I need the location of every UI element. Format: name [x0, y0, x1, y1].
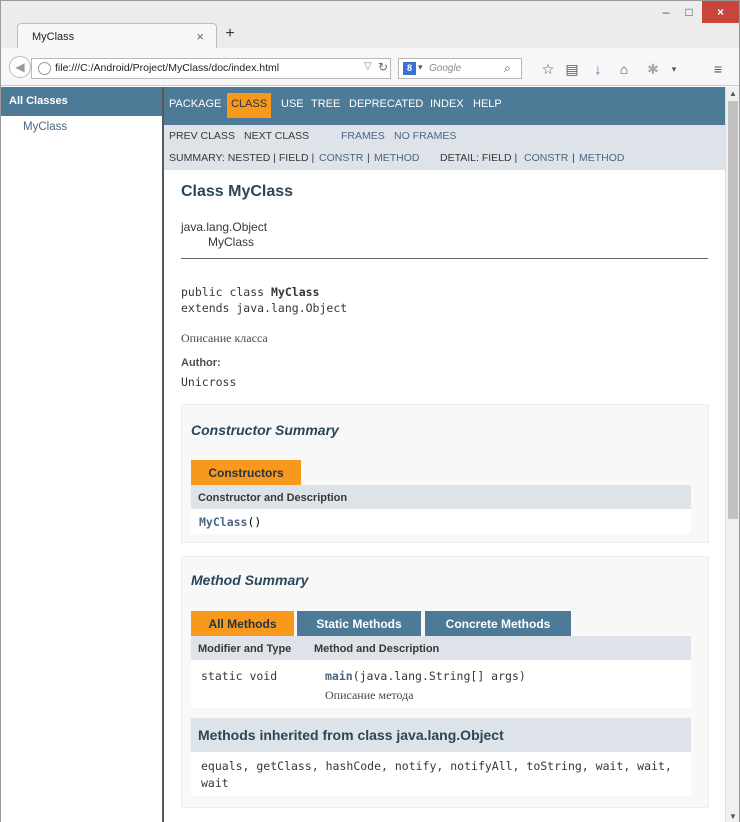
sub-nav-bar: PREV CLASS NEXT CLASS FRAMES NO FRAMES S… [164, 125, 725, 170]
all-classes-header: All Classes [1, 87, 162, 116]
globe-icon [38, 62, 51, 75]
url-text[interactable]: file:///C:/Android/Project/MyClass/doc/i… [55, 62, 279, 74]
summary-constr-link[interactable]: CONSTR [319, 152, 363, 164]
tab-constructors[interactable]: Constructors [191, 460, 301, 485]
star-icon[interactable]: ☆ [539, 62, 557, 76]
header-method-description: Method and Description [314, 643, 440, 655]
top-nav-bar: PACKAGE CLASS USE TREE DEPRECATED INDEX … [164, 87, 725, 125]
search-bar[interactable]: 8 ▾ Google ⌕ [398, 58, 522, 79]
browser-tab[interactable]: MyClass × [17, 23, 217, 49]
author-value: Unicross [181, 375, 237, 389]
extension-icon[interactable]: ✱ [644, 62, 662, 76]
constructor-summary-block: Constructor Summary Constructors Constru… [181, 404, 709, 543]
detail-constr-link[interactable]: CONSTR [524, 152, 568, 164]
next-class-label: NEXT CLASS [244, 130, 310, 142]
nav-index[interactable]: INDEX [430, 98, 464, 110]
tab-close-icon[interactable]: × [196, 29, 204, 44]
tab-all-methods[interactable]: All Methods [191, 611, 294, 636]
class-link-myclass[interactable]: MyClass [23, 121, 67, 133]
url-bar[interactable]: file:///C:/Android/Project/MyClass/doc/i… [31, 58, 391, 79]
search-engine-icon[interactable]: 8 [403, 62, 416, 75]
class-description: Описание класса [181, 331, 268, 345]
tab-title: MyClass [32, 31, 75, 43]
nav-use[interactable]: USE [281, 98, 304, 110]
constructor-link[interactable]: MyClass [199, 515, 247, 529]
detail-separator: | [572, 152, 575, 164]
page-viewport: All Classes MyClass PACKAGE CLASS USE TR… [1, 87, 739, 822]
method-summary-block: Method Summary All Methods Static Method… [181, 556, 709, 808]
menu-icon[interactable]: ≡ [709, 62, 727, 76]
page-title: Class MyClass [181, 183, 294, 200]
navigation-toolbar: ◀ file:///C:/Android/Project/MyClass/doc… [1, 48, 739, 86]
nav-class-active: CLASS [227, 93, 272, 118]
home-icon[interactable]: ⌂ [615, 62, 633, 76]
dropdown-arrow-icon[interactable]: ▽ [364, 61, 372, 72]
method-params: (java.lang.String[] args) [352, 669, 526, 683]
vertical-scrollbar[interactable]: ▲ ▼ [725, 87, 739, 822]
minimize-button[interactable]: – [657, 1, 675, 23]
constructor-table-header: Constructor and Description [191, 485, 691, 509]
method-signature: main(java.lang.String[] args) [325, 669, 526, 683]
summary-method-link[interactable]: METHOD [374, 152, 420, 164]
nav-package[interactable]: PACKAGE [169, 98, 221, 110]
constructor-header-label: Constructor and Description [198, 492, 348, 504]
prev-class-label: PREV CLASS [169, 130, 235, 142]
title-bar: MyClass × + – □ × [1, 1, 739, 49]
declaration-extends: extends java.lang.Object [181, 301, 348, 315]
search-input[interactable]: Google [429, 63, 461, 74]
tab-static-methods[interactable]: Static Methods [297, 611, 421, 636]
table-row: MyClass() [191, 509, 691, 534]
inheritance-child: MyClass [208, 235, 255, 249]
browser-window: MyClass × + – □ × ◀ file:///C:/Android/P… [0, 0, 740, 822]
all-classes-frame: All Classes MyClass [1, 87, 162, 822]
declaration-prefix: public class [181, 285, 272, 299]
horizontal-rule [181, 258, 708, 259]
nav-deprecated[interactable]: DEPRECATED [349, 98, 423, 110]
method-summary-title: Method Summary [191, 572, 309, 588]
header-modifier-type: Modifier and Type [198, 643, 292, 655]
constructor-params: () [247, 515, 262, 529]
nav-tree[interactable]: TREE [311, 98, 340, 110]
inherited-methods-header: Methods inherited from class java.lang.O… [191, 718, 691, 752]
maximize-button[interactable]: □ [680, 1, 698, 23]
declaration-name: MyClass [271, 285, 320, 299]
no-frames-link[interactable]: NO FRAMES [394, 130, 456, 142]
nav-help[interactable]: HELP [473, 98, 502, 110]
reading-list-icon[interactable]: ▤ [563, 62, 581, 76]
search-engine-dropdown-icon[interactable]: ▾ [418, 62, 423, 73]
constructor-summary-title: Constructor Summary [191, 422, 339, 438]
table-row: static void main(java.lang.String[] args… [191, 660, 691, 708]
tab-concrete-methods[interactable]: Concrete Methods [425, 611, 571, 636]
frames-link[interactable]: FRAMES [341, 130, 385, 142]
close-window-button[interactable]: × [702, 1, 739, 23]
method-modifier: static void [201, 669, 278, 683]
scroll-up-icon[interactable]: ▲ [726, 89, 739, 98]
summary-separator: | [367, 152, 370, 164]
method-description: Описание метода [325, 688, 414, 702]
author-label: Author: [181, 357, 221, 369]
detail-label: DETAIL: FIELD | [440, 152, 518, 164]
inherited-methods-list: equals, getClass, hashCode, notify, noti… [191, 752, 691, 796]
scroll-down-icon[interactable]: ▼ [726, 812, 739, 821]
new-tab-button[interactable]: + [221, 25, 239, 43]
reload-icon[interactable]: ↻ [378, 60, 388, 74]
detail-method-link[interactable]: METHOD [579, 152, 625, 164]
magnifier-icon[interactable]: ⌕ [504, 61, 511, 76]
summary-label: SUMMARY: NESTED | FIELD | [169, 152, 315, 164]
scroll-thumb[interactable] [728, 101, 738, 519]
download-icon[interactable]: ↓ [589, 62, 607, 76]
back-arrow-icon[interactable]: ◀ [9, 56, 31, 78]
inheritance-root: java.lang.Object [181, 220, 268, 234]
method-link-main[interactable]: main [325, 669, 353, 683]
constructor-signature: MyClass() [199, 515, 261, 529]
method-table-header: Modifier and Type Method and Description [191, 636, 691, 660]
class-frame: PACKAGE CLASS USE TREE DEPRECATED INDEX … [164, 87, 725, 822]
class-declaration: public class MyClass [181, 285, 319, 299]
extension-dropdown-icon[interactable]: ▾ [665, 62, 683, 76]
